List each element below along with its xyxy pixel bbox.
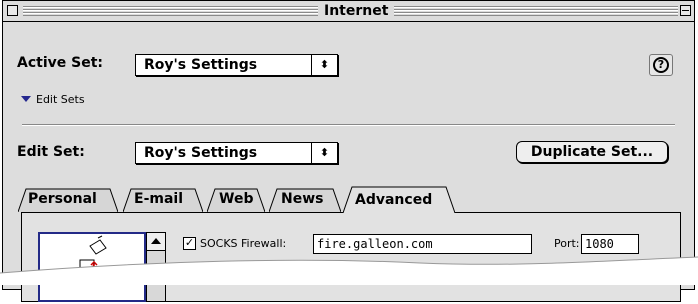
active-set-popup[interactable]: Roy's Settings ⬍ <box>135 54 338 76</box>
tab-news[interactable]: News <box>269 188 341 212</box>
tab-label: Personal <box>28 191 97 207</box>
active-set-value: Roy's Settings <box>144 57 258 73</box>
title-bar[interactable]: Internet <box>3 1 694 22</box>
tab-advanced[interactable]: Advanced <box>343 186 455 213</box>
socks-checkbox[interactable]: ✓ <box>183 237 196 250</box>
page-curl-edge <box>0 256 698 285</box>
edit-set-popup[interactable]: Roy's Settings ⬍ <box>135 142 338 164</box>
disclosure-triangle-icon[interactable] <box>21 96 31 102</box>
port-label: Port: <box>554 237 580 250</box>
duplicate-set-button[interactable]: Duplicate Set... <box>516 141 668 163</box>
collapse-box[interactable] <box>680 5 691 16</box>
tab-label: Web <box>219 191 254 207</box>
port-field[interactable]: 1080 <box>581 234 639 254</box>
tab-bar: Personal E-mail Web News Advanced <box>18 186 688 213</box>
scroll-up-arrow-icon[interactable] <box>147 233 165 251</box>
tab-web[interactable]: Web <box>207 188 265 212</box>
tab-e-mail[interactable]: E-mail <box>123 188 203 212</box>
popup-arrows-icon: ⬍ <box>311 55 337 75</box>
tab-label: Advanced <box>355 192 433 208</box>
edit-sets-label[interactable]: Edit Sets <box>36 93 85 106</box>
help-icon: ? <box>653 57 669 73</box>
active-set-label: Active Set: <box>17 55 103 71</box>
edit-set-label: Edit Set: <box>17 144 85 160</box>
tab-personal[interactable]: Personal <box>18 188 118 212</box>
help-button[interactable]: ? <box>649 54 673 76</box>
tab-label: E-mail <box>134 191 184 207</box>
divider <box>22 124 675 126</box>
socks-host-field[interactable]: fire.galleon.com <box>313 234 532 254</box>
popup-arrows-icon: ⬍ <box>311 143 337 163</box>
socks-label: SOCKS Firewall: <box>200 237 287 250</box>
window-title: Internet <box>318 2 395 21</box>
close-box[interactable] <box>7 5 18 16</box>
collapse-icon <box>682 10 689 12</box>
internet-window: Internet Active Set: Roy's Settings ⬍ ? … <box>2 0 695 302</box>
tab-label: News <box>281 191 324 207</box>
edit-set-value: Roy's Settings <box>144 145 258 161</box>
